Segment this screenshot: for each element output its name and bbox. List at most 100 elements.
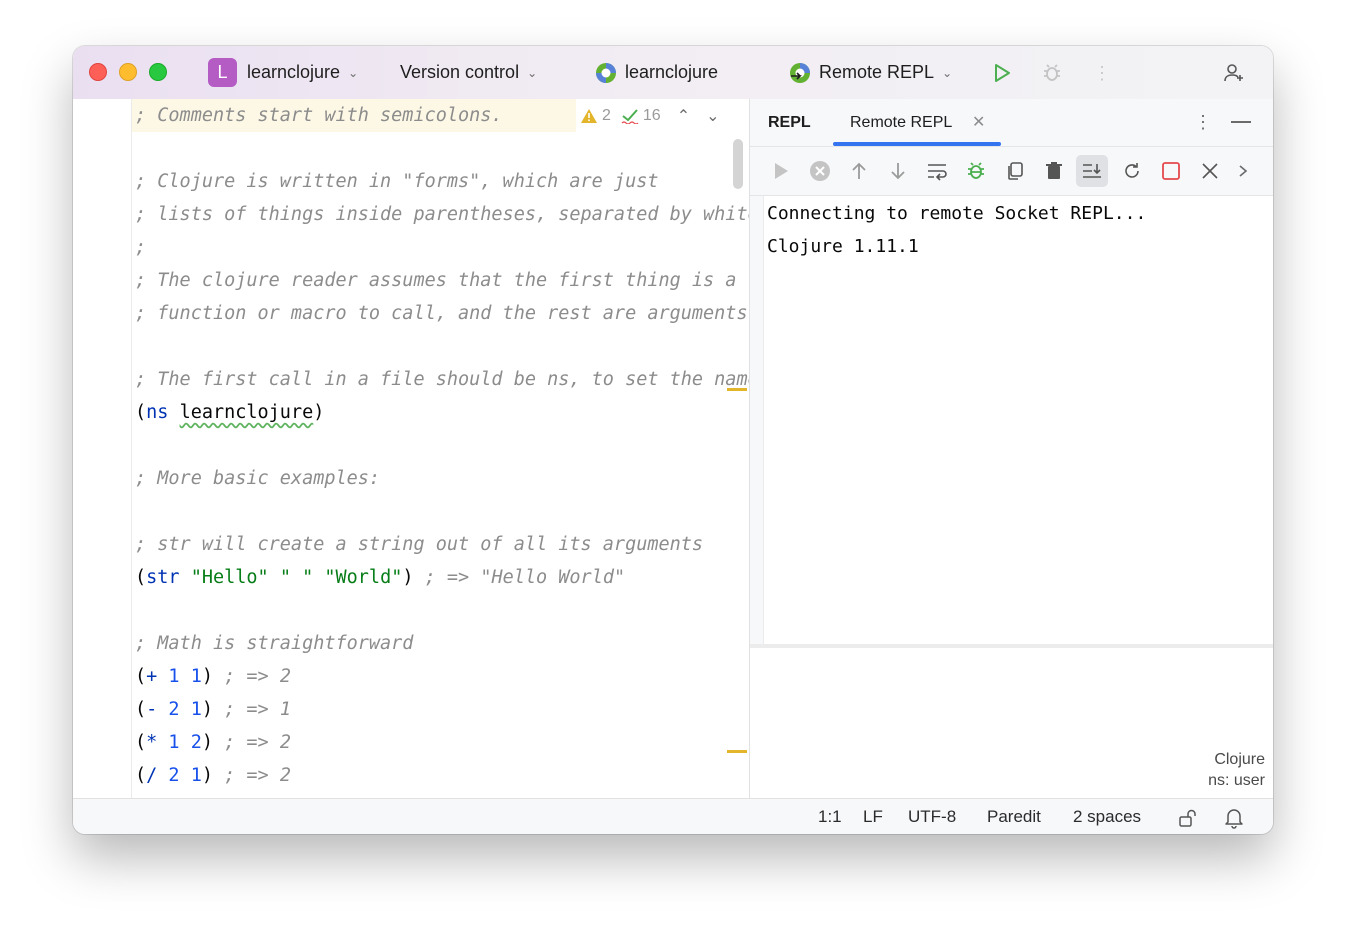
clojure-logo-icon [596, 62, 616, 83]
options-menu-icon[interactable]: ⋮ [1194, 99, 1212, 146]
code-line-div: (/ 2 1) ; => 2 [135, 765, 291, 786]
previous-highlight-icon[interactable]: ⌃ [677, 106, 690, 126]
code-line-mul: (* 1 2) ; => 2 [135, 732, 291, 753]
module-widget[interactable]: learnclojure [595, 46, 718, 99]
code-line-ns: (ns learnclojure) [135, 402, 325, 423]
run-config-widget[interactable]: Remote REPL ⌄ [789, 46, 952, 99]
scroll-to-end-button[interactable] [1076, 155, 1108, 187]
repl-input[interactable]: Clojure ns: user [750, 648, 1273, 798]
scroll-to-end-icon [1083, 164, 1101, 178]
code-line-str: (str "Hello" " " "World") ; => "Hello Wo… [135, 567, 626, 588]
run-config-name: Remote REPL [819, 62, 935, 82]
inspection-widget[interactable]: 2 16 ⌃ ⌄ [576, 99, 724, 132]
clear-output-button[interactable] [1039, 156, 1069, 186]
tool-window-title: REPL [768, 114, 811, 131]
copy-icon [1008, 162, 1023, 180]
bug-icon [968, 162, 984, 179]
code-line: ; [135, 237, 147, 258]
module-name: learnclojure [625, 62, 719, 82]
line-separator[interactable]: LF [863, 799, 883, 834]
unlock-icon [1179, 809, 1196, 827]
project-name: learnclojure [247, 62, 341, 82]
tab-remote-repl[interactable]: Remote REPL [850, 99, 952, 146]
repl-tab-bar: REPL Remote REPL ✕ ⋮ [750, 99, 1273, 147]
code-line: ; The clojure reader assumes that the fi… [135, 270, 737, 291]
stop-icon [1162, 162, 1180, 180]
next-highlight-icon[interactable]: ⌄ [706, 106, 719, 126]
notifications-button[interactable] [1223, 807, 1245, 829]
soft-wrap-button[interactable] [922, 156, 952, 186]
warning-count: 2 [602, 106, 611, 124]
ide-window: L learnclojure ⌄ Version control ⌄ learn… [73, 46, 1273, 834]
code-line: ; function or macro to call, and the res… [135, 303, 749, 324]
run-button[interactable] [989, 60, 1015, 86]
vcs-label: Version control [400, 62, 520, 82]
trash-icon [1046, 162, 1062, 179]
play-icon [775, 163, 788, 179]
minimize-window-button[interactable] [119, 63, 137, 81]
repl-info: Clojure ns: user [1208, 749, 1265, 791]
file-encoding[interactable]: UTF-8 [908, 799, 956, 834]
warning-marker[interactable] [727, 750, 747, 753]
repl-language: Clojure [1214, 751, 1265, 768]
remote-repl-icon [790, 62, 810, 83]
arrow-down-icon [891, 163, 905, 180]
indent-setting[interactable]: 2 spaces [1073, 799, 1141, 834]
execute-button[interactable] [766, 156, 796, 186]
code-line-add: (+ 1 1) ; => 2 [135, 666, 291, 687]
output-line: Connecting to remote Socket REPL... [767, 203, 1147, 224]
code-with-me-button[interactable] [1221, 60, 1247, 86]
debug-button[interactable] [1039, 60, 1065, 86]
play-icon [995, 64, 1010, 82]
interrupt-button[interactable] [805, 156, 835, 186]
warning-icon [581, 108, 597, 123]
close-tab-icon[interactable]: ✕ [972, 99, 985, 146]
close-window-button[interactable] [89, 63, 107, 81]
zoom-window-button[interactable] [149, 63, 167, 81]
editor-scrollbar[interactable] [733, 139, 743, 189]
debug-repl-button[interactable] [961, 156, 991, 186]
title-bar: L learnclojure ⌄ Version control ⌄ learn… [73, 46, 1273, 100]
repl-tool-window: REPL Remote REPL ✕ ⋮ Connecting to remot… [750, 99, 1273, 798]
repl-namespace: ns: user [1208, 772, 1265, 789]
project-badge: L [208, 58, 237, 87]
editor-gutter[interactable] [73, 99, 132, 798]
close-repl-button[interactable] [1195, 156, 1225, 186]
code-line: ; Math is straightforward [135, 633, 414, 654]
output-line: Clojure 1.11.1 [767, 236, 919, 257]
minimize-panel-icon[interactable] [1231, 121, 1251, 123]
code-line: ; The first call in a file should be ns,… [135, 369, 749, 390]
more-actions-icon[interactable]: ⋮ [1089, 60, 1115, 86]
code-area[interactable]: ; Comments start with semicolons. ; Cloj… [135, 99, 749, 798]
soft-wrap-icon [928, 164, 947, 181]
editing-mode[interactable]: Paredit [987, 799, 1041, 834]
code-line: ; lists of things inside parentheses, se… [135, 204, 749, 225]
copy-button[interactable] [1000, 156, 1030, 186]
code-line: ; str will create a string out of all it… [135, 534, 704, 555]
code-line: ; Clojure is written in "forms", which a… [135, 171, 659, 192]
vcs-widget[interactable]: Version control ⌄ [400, 46, 537, 99]
code-editor[interactable]: ; Comments start with semicolons. ; Cloj… [73, 99, 749, 798]
refresh-icon [1125, 163, 1139, 178]
project-widget[interactable]: L learnclojure ⌄ [208, 46, 358, 99]
close-icon [1202, 163, 1218, 179]
history-down-button[interactable] [883, 156, 913, 186]
chevron-down-icon: ⌄ [348, 65, 359, 80]
restart-button[interactable] [1117, 156, 1147, 186]
code-line-sub: (- 2 1) ; => 1 [135, 699, 291, 720]
stop-button[interactable] [1156, 156, 1186, 186]
chevron-down-icon: ⌄ [527, 65, 538, 80]
repl-output[interactable]: Connecting to remote Socket REPL... Cloj… [763, 196, 1273, 644]
caret-position[interactable]: 1:1 [818, 799, 842, 834]
code-line: ; More basic examples: [135, 468, 381, 489]
read-only-toggle[interactable] [1177, 807, 1199, 829]
more-toolbar-icon[interactable] [1228, 156, 1258, 186]
chevron-down-icon: ⌄ [942, 65, 953, 80]
history-up-button[interactable] [844, 156, 874, 186]
arrow-up-icon [852, 162, 866, 179]
ok-count: 16 [642, 106, 661, 124]
repl-toolbar [750, 147, 1273, 196]
bell-icon [1225, 809, 1243, 829]
warning-marker[interactable] [727, 388, 747, 391]
add-user-icon [1224, 64, 1243, 82]
